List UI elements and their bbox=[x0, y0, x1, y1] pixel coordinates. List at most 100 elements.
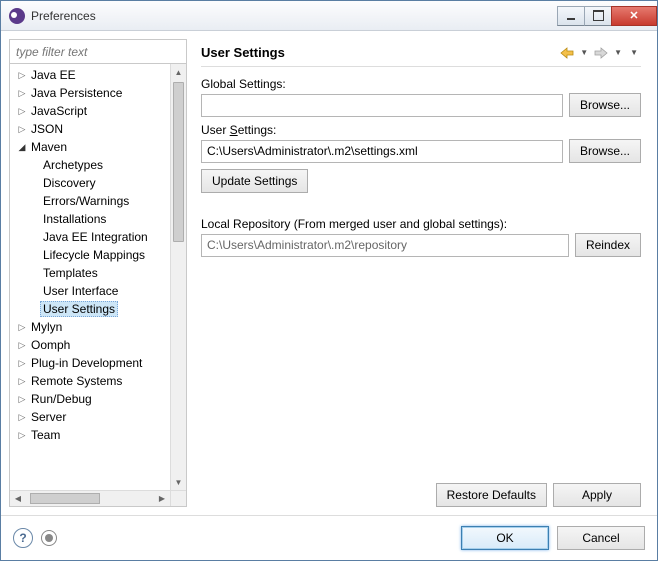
tree-item[interactable]: ▷Archetypes bbox=[10, 156, 170, 174]
help-icon[interactable]: ? bbox=[13, 528, 33, 548]
tree-item[interactable]: ▷Plug-in Development bbox=[10, 354, 170, 372]
tree-item[interactable]: ▷Java Persistence bbox=[10, 84, 170, 102]
scroll-down-icon[interactable]: ▼ bbox=[171, 474, 186, 490]
tree-item[interactable]: ▷Java EE Integration bbox=[10, 228, 170, 246]
scrollbar-thumb[interactable] bbox=[173, 82, 184, 242]
tree-item-label: JavaScript bbox=[28, 104, 90, 118]
tree-item[interactable]: ▷Team bbox=[10, 426, 170, 444]
collapse-icon[interactable]: ◢ bbox=[16, 142, 28, 153]
tree-item-label: Archetypes bbox=[40, 158, 106, 172]
preferences-tree[interactable]: ▷Java EE▷Java Persistence▷JavaScript▷JSO… bbox=[10, 64, 170, 490]
scroll-up-icon[interactable]: ▲ bbox=[171, 64, 186, 80]
expand-icon[interactable]: ▷ bbox=[16, 106, 28, 117]
tree-item[interactable]: ▷Templates bbox=[10, 264, 170, 282]
expand-icon[interactable]: ▷ bbox=[16, 430, 28, 441]
minimize-button[interactable] bbox=[557, 6, 585, 26]
maximize-button[interactable] bbox=[584, 6, 612, 26]
reindex-button[interactable]: Reindex bbox=[575, 233, 641, 257]
page-title: User Settings bbox=[201, 45, 559, 60]
content-area: ▷Java EE▷Java Persistence▷JavaScript▷JSO… bbox=[1, 31, 657, 515]
window-title: Preferences bbox=[31, 9, 558, 23]
horizontal-scrollbar[interactable]: ◀ ▶ bbox=[10, 490, 170, 506]
global-settings-input[interactable] bbox=[201, 94, 563, 117]
dialog-footer: ? OK Cancel bbox=[1, 515, 657, 560]
tree-item-label: Errors/Warnings bbox=[40, 194, 132, 208]
tree-item-label: Run/Debug bbox=[28, 392, 95, 406]
scroll-left-icon[interactable]: ◀ bbox=[10, 491, 26, 506]
local-repo-input[interactable] bbox=[201, 234, 569, 257]
tree-item[interactable]: ▷Errors/Warnings bbox=[10, 192, 170, 210]
preferences-tree-pane: ▷Java EE▷Java Persistence▷JavaScript▷JSO… bbox=[9, 39, 187, 507]
scrollbar-thumb[interactable] bbox=[30, 493, 100, 504]
update-settings-button[interactable]: Update Settings bbox=[201, 169, 308, 193]
tree-item[interactable]: ▷Mylyn bbox=[10, 318, 170, 336]
tree-item-label: Java EE bbox=[28, 68, 79, 82]
user-settings-input[interactable] bbox=[201, 140, 563, 163]
tree-item-label: Java EE Integration bbox=[40, 230, 151, 244]
user-settings-label: User Settings: bbox=[201, 123, 641, 137]
local-repo-label: Local Repository (From merged user and g… bbox=[201, 217, 641, 231]
close-button[interactable] bbox=[611, 6, 657, 26]
expand-icon[interactable]: ▷ bbox=[16, 340, 28, 351]
tree-item[interactable]: ▷Lifecycle Mappings bbox=[10, 246, 170, 264]
tree-item[interactable]: ▷Oomph bbox=[10, 336, 170, 354]
cancel-button[interactable]: Cancel bbox=[557, 526, 645, 550]
expand-icon[interactable]: ▷ bbox=[16, 70, 28, 81]
tree-item[interactable]: ◢Maven bbox=[10, 138, 170, 156]
tree-item-label: Server bbox=[28, 410, 69, 424]
eclipse-icon bbox=[9, 8, 25, 24]
global-settings-label: Global Settings: bbox=[201, 77, 641, 91]
forward-arrow-icon[interactable] bbox=[593, 45, 609, 61]
vertical-scrollbar[interactable]: ▲ ▼ bbox=[170, 64, 186, 490]
back-arrow-icon[interactable] bbox=[559, 45, 575, 61]
tree-item[interactable]: ▷Installations bbox=[10, 210, 170, 228]
tree-item[interactable]: ▷Java EE bbox=[10, 66, 170, 84]
tree-item-label: Remote Systems bbox=[28, 374, 125, 388]
nav-history: ▼ ▼ ▼ bbox=[559, 45, 641, 61]
tree-item-label: Lifecycle Mappings bbox=[40, 248, 148, 262]
tree-item[interactable]: ▷User Settings bbox=[10, 300, 170, 318]
tree-item[interactable]: ▷Run/Debug bbox=[10, 390, 170, 408]
expand-icon[interactable]: ▷ bbox=[16, 412, 28, 423]
window-controls bbox=[558, 6, 657, 26]
tree-item[interactable]: ▷Server bbox=[10, 408, 170, 426]
tree-item-label: Templates bbox=[40, 266, 101, 280]
apply-button[interactable]: Apply bbox=[553, 483, 641, 507]
page-header: User Settings ▼ ▼ ▼ bbox=[201, 39, 641, 67]
tree-item[interactable]: ▷JavaScript bbox=[10, 102, 170, 120]
tree-item-label: Team bbox=[28, 428, 63, 442]
tree-item[interactable]: ▷JSON bbox=[10, 120, 170, 138]
restore-defaults-button[interactable]: Restore Defaults bbox=[436, 483, 547, 507]
tree-item-label: JSON bbox=[28, 122, 66, 136]
expand-icon[interactable]: ▷ bbox=[16, 88, 28, 99]
tree-item-label: Oomph bbox=[28, 338, 73, 352]
scroll-right-icon[interactable]: ▶ bbox=[154, 491, 170, 506]
tree-item[interactable]: ▷User Interface bbox=[10, 282, 170, 300]
expand-icon[interactable]: ▷ bbox=[16, 358, 28, 369]
forward-dropdown-icon[interactable]: ▼ bbox=[611, 48, 625, 57]
menu-dropdown-icon[interactable]: ▼ bbox=[627, 48, 641, 57]
tree-item[interactable]: ▷Discovery bbox=[10, 174, 170, 192]
tree-item-label: Mylyn bbox=[28, 320, 65, 334]
tree-item-label: Java Persistence bbox=[28, 86, 125, 100]
settings-pane: User Settings ▼ ▼ ▼ Global Settings: Bro… bbox=[187, 39, 649, 507]
expand-icon[interactable]: ▷ bbox=[16, 322, 28, 333]
tree-item-label: Discovery bbox=[40, 176, 99, 190]
browse-user-button[interactable]: Browse... bbox=[569, 139, 641, 163]
tree-item-label: Installations bbox=[40, 212, 109, 226]
tree-container: ▷Java EE▷Java Persistence▷JavaScript▷JSO… bbox=[10, 64, 186, 506]
expand-icon[interactable]: ▷ bbox=[16, 394, 28, 405]
tree-item-label: User Settings bbox=[40, 301, 118, 317]
expand-icon[interactable]: ▷ bbox=[16, 124, 28, 135]
filter-input[interactable] bbox=[10, 40, 186, 64]
tree-item[interactable]: ▷Remote Systems bbox=[10, 372, 170, 390]
back-dropdown-icon[interactable]: ▼ bbox=[577, 48, 591, 57]
expand-icon[interactable]: ▷ bbox=[16, 376, 28, 387]
ok-button[interactable]: OK bbox=[461, 526, 549, 550]
browse-global-button[interactable]: Browse... bbox=[569, 93, 641, 117]
titlebar: Preferences bbox=[1, 1, 657, 31]
record-icon[interactable] bbox=[41, 530, 57, 546]
scroll-corner bbox=[170, 490, 186, 506]
tree-item-label: Maven bbox=[28, 140, 70, 154]
tree-item-label: Plug-in Development bbox=[28, 356, 145, 370]
